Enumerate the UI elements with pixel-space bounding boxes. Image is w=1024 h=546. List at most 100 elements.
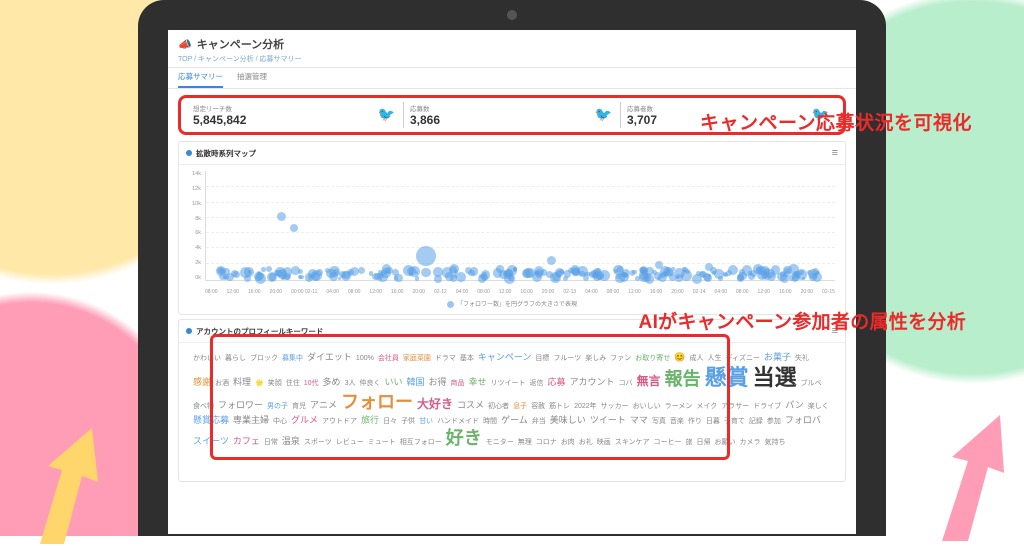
- keyword[interactable]: ミュート: [368, 439, 396, 447]
- keyword[interactable]: 音楽: [670, 418, 684, 426]
- keyword[interactable]: 日々: [383, 418, 397, 426]
- keyword[interactable]: 仲良く: [359, 380, 380, 388]
- keyword[interactable]: 多め: [323, 377, 341, 387]
- tab-summary[interactable]: 応募サマリー: [178, 71, 223, 88]
- keyword[interactable]: ファン: [610, 355, 631, 363]
- keyword[interactable]: スポーツ: [304, 439, 332, 447]
- keyword[interactable]: スキンケア: [615, 439, 650, 447]
- keyword[interactable]: フルーツ: [553, 355, 581, 363]
- breadcrumb[interactable]: TOP / キャンペーン分析 / 応募サマリー: [178, 54, 846, 64]
- keyword[interactable]: 人生: [707, 355, 721, 363]
- keyword[interactable]: 容赦: [531, 403, 545, 411]
- keyword[interactable]: 初心者: [488, 403, 509, 411]
- keyword[interactable]: アニメ: [310, 400, 337, 410]
- keyword[interactable]: 美味しい: [550, 415, 586, 425]
- keyword[interactable]: 無言: [637, 375, 661, 389]
- keyword[interactable]: 写真: [652, 418, 666, 426]
- keyword[interactable]: ブルベ: [801, 380, 822, 388]
- keyword[interactable]: 旅行: [361, 415, 379, 425]
- keyword[interactable]: 韓国: [406, 377, 424, 387]
- keyword[interactable]: コスメ: [457, 400, 484, 410]
- keyword[interactable]: 暮らし: [225, 355, 246, 363]
- keyword[interactable]: 目標: [535, 355, 549, 363]
- keyword[interactable]: サッカー: [601, 403, 629, 411]
- keyword[interactable]: 気持ち: [765, 439, 786, 447]
- keyword[interactable]: 参加: [767, 418, 781, 426]
- keyword[interactable]: かわいい: [193, 355, 221, 363]
- keyword[interactable]: おいしい: [633, 403, 661, 411]
- keyword[interactable]: 日帰: [697, 439, 711, 447]
- keyword[interactable]: ママ: [630, 415, 648, 425]
- keyword[interactable]: フォロワー: [218, 400, 263, 410]
- keyword[interactable]: ハンドメイド: [437, 418, 479, 426]
- keyword[interactable]: コバ: [619, 380, 633, 388]
- keyword[interactable]: レビュー: [336, 439, 364, 447]
- keyword[interactable]: 子育て: [724, 418, 745, 426]
- word-cloud[interactable]: かわいい暮らしブロック募集中ダイエット100%会社員家庭菜園ドラマ基本キャンペー…: [179, 343, 845, 481]
- keyword[interactable]: モニター: [486, 439, 514, 447]
- keyword[interactable]: 住住: [286, 380, 300, 388]
- keyword[interactable]: 筋トレ: [549, 403, 570, 411]
- keyword[interactable]: 旅: [686, 439, 693, 447]
- chart-menu-icon[interactable]: ≡: [832, 147, 838, 159]
- keyword[interactable]: 100%: [356, 355, 374, 363]
- keyword[interactable]: 会社員: [378, 355, 399, 363]
- keyword[interactable]: リツイート: [491, 380, 526, 388]
- keyword[interactable]: 幸せ: [469, 377, 487, 387]
- keyword[interactable]: 息子: [513, 403, 527, 411]
- keyword[interactable]: お肉: [561, 439, 575, 447]
- keyword[interactable]: ツイート: [590, 415, 626, 425]
- keyword[interactable]: 笑顔: [268, 380, 282, 388]
- keyword[interactable]: 相互フォロー: [400, 439, 442, 447]
- keyword[interactable]: 好き: [446, 428, 482, 449]
- keyword[interactable]: アラサー: [721, 403, 749, 411]
- keyword[interactable]: アカウント: [570, 377, 615, 387]
- keyword[interactable]: 弁当: [532, 418, 546, 426]
- keyword[interactable]: 日暮: [706, 418, 720, 426]
- keyword[interactable]: ディズニー: [725, 355, 760, 363]
- keyword[interactable]: 2022年: [574, 403, 597, 411]
- keyword[interactable]: 温泉: [282, 436, 300, 446]
- keyword[interactable]: 懸賞: [705, 365, 749, 390]
- keyword[interactable]: 😊: [674, 352, 685, 362]
- keyword[interactable]: グルメ: [291, 415, 318, 425]
- keyword[interactable]: 当選: [753, 365, 797, 390]
- keyword[interactable]: アウトドア: [322, 418, 357, 426]
- keyword[interactable]: コロナ: [536, 439, 557, 447]
- keyword[interactable]: フォロバ: [785, 415, 821, 425]
- keyword[interactable]: 家庭菜園: [403, 355, 431, 363]
- keyword[interactable]: カメラ: [740, 439, 761, 447]
- keyword[interactable]: 無理: [518, 439, 532, 447]
- keyword[interactable]: 時間: [483, 418, 497, 426]
- keyword[interactable]: 日常: [264, 439, 278, 447]
- keyword[interactable]: 中心: [273, 418, 287, 426]
- keyword[interactable]: 募集中: [282, 355, 303, 363]
- keyword[interactable]: お菓子: [764, 352, 791, 362]
- keyword[interactable]: 失礼: [795, 355, 809, 363]
- keyword[interactable]: 専業主婦: [233, 415, 269, 425]
- keyword[interactable]: ゲーム: [501, 415, 528, 425]
- keyword[interactable]: 作り: [688, 418, 702, 426]
- keyword[interactable]: カフェ: [233, 436, 260, 446]
- keyword[interactable]: スイーツ: [193, 436, 229, 446]
- keyword[interactable]: フォロー: [341, 392, 413, 413]
- keyword[interactable]: 映画: [597, 439, 611, 447]
- keyword[interactable]: いい: [384, 377, 402, 387]
- keyword[interactable]: 楽しく: [808, 403, 829, 411]
- keyword[interactable]: 成人: [689, 355, 703, 363]
- keyword[interactable]: ドライブ: [753, 403, 781, 411]
- keyword[interactable]: お取り寄せ: [635, 355, 670, 363]
- keyword[interactable]: 食べ物: [193, 403, 214, 411]
- keyword[interactable]: ブロック: [250, 355, 278, 363]
- keyword[interactable]: 料理: [233, 377, 251, 387]
- keyword[interactable]: 3人: [345, 380, 356, 388]
- keyword[interactable]: ドラマ: [435, 355, 456, 363]
- keyword[interactable]: 商品: [451, 380, 465, 388]
- keyword[interactable]: 男の子: [267, 403, 288, 411]
- keyword[interactable]: ラーメン: [665, 403, 693, 411]
- keyword[interactable]: 甘い: [419, 418, 433, 426]
- keyword[interactable]: 記録: [749, 418, 763, 426]
- keyword[interactable]: 10代: [304, 380, 319, 388]
- tab-lottery[interactable]: 抽選管理: [237, 71, 267, 88]
- keyword[interactable]: ダイエット: [307, 352, 352, 362]
